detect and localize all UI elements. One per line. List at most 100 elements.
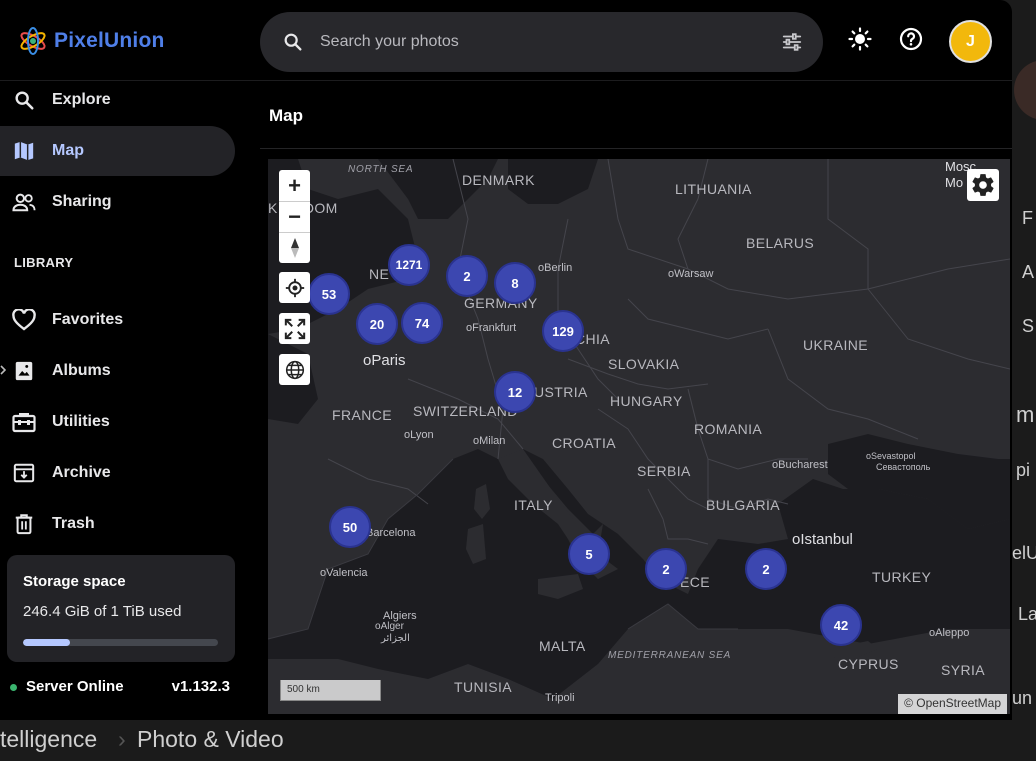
sidebar-item-label: Archive	[52, 464, 111, 481]
country-label: CYPRUS	[838, 656, 899, 672]
country-label: NE	[369, 266, 390, 282]
search-input[interactable]	[320, 26, 760, 58]
photo-cluster[interactable]: 12	[494, 371, 536, 413]
background-text: m	[1016, 402, 1035, 427]
sidebar-item-label: Albums	[52, 362, 111, 379]
user-avatar[interactable]: J	[949, 20, 992, 63]
storage-progress-fill	[23, 639, 70, 646]
sidebar-item-label: Favorites	[52, 311, 124, 328]
sidebar-item-label: Trash	[52, 515, 95, 532]
trash-icon	[12, 512, 36, 536]
pixelunion-logo-icon	[20, 27, 46, 55]
photo-cluster[interactable]: 42	[820, 604, 862, 646]
photo-cluster[interactable]: 2	[745, 548, 787, 590]
city-label: oFrankfurt	[466, 322, 517, 334]
background-text: F	[1022, 208, 1033, 228]
sidebar-item-sharing[interactable]: Sharing	[0, 177, 235, 227]
background-text: telligence	[0, 726, 98, 752]
background-text: pi	[1016, 460, 1031, 480]
background-text: A	[1022, 262, 1035, 282]
photo-cluster[interactable]: 5	[568, 533, 610, 575]
photo-cluster[interactable]: 53	[308, 273, 350, 315]
photo-cluster[interactable]: 8	[494, 262, 536, 304]
sidebar-item-label: Explore	[52, 91, 111, 108]
help-button[interactable]	[898, 26, 924, 52]
country-label: BULGARIA	[706, 497, 780, 513]
fullscreen-button[interactable]	[279, 313, 310, 344]
fullscreen-icon	[284, 318, 305, 339]
map-attribution[interactable]: © OpenStreetMap	[898, 694, 1007, 714]
archive-icon	[12, 461, 36, 485]
theme-sun-icon	[848, 27, 872, 51]
separator-icon: ›	[118, 726, 126, 752]
city-label: الجزائر	[381, 633, 410, 644]
compass-button[interactable]	[279, 232, 310, 263]
city-label: oSevastopol	[866, 451, 916, 461]
storage-progress-bar	[23, 639, 218, 646]
background-image-fragment	[1014, 60, 1036, 120]
sidebar-item-trash[interactable]: Trash	[0, 499, 235, 549]
city-label: Tripoli	[545, 692, 575, 704]
background-text: elU	[1012, 543, 1036, 563]
city-label: Mo	[945, 175, 964, 190]
city-label: oBucharest	[772, 459, 828, 471]
heart-icon	[12, 308, 36, 332]
photo-cluster[interactable]: 1271	[388, 244, 430, 286]
sidebar-item-favorites[interactable]: Favorites	[0, 295, 235, 345]
globe-button[interactable]	[279, 354, 310, 385]
country-label: BELARUS	[746, 235, 815, 251]
map-settings-button[interactable]	[967, 169, 999, 201]
country-label: USTRIA	[534, 384, 588, 400]
search-icon	[12, 88, 36, 112]
tune-icon[interactable]	[781, 31, 803, 53]
background-text: La	[1018, 604, 1036, 624]
albums-icon	[12, 359, 36, 383]
country-label: SLOVAKIA	[608, 356, 680, 372]
locate-icon	[285, 278, 304, 297]
library-heading: LIBRARY	[14, 255, 74, 270]
city-label: oWarsaw	[668, 268, 714, 280]
photo-cluster[interactable]: 129	[542, 310, 584, 352]
toolbox-icon	[12, 410, 36, 434]
country-label: TUNISIA	[454, 679, 513, 695]
storage-title: Storage space	[23, 573, 126, 590]
background-page: F A S m pi elU La un p	[1012, 0, 1036, 761]
chevron-right-icon[interactable]	[0, 365, 6, 375]
globe-icon	[285, 360, 304, 379]
city-label: oMilan	[473, 435, 506, 447]
page-title: Map	[269, 106, 303, 125]
photo-cluster[interactable]: 2	[446, 255, 488, 297]
app-window: PixelUnion Search your photos J Explore …	[0, 0, 1012, 720]
background-text: S	[1022, 316, 1035, 336]
zoom-in-button[interactable]: +	[279, 170, 310, 201]
photo-cluster[interactable]: 50	[329, 506, 371, 548]
locate-me-button[interactable]	[279, 272, 310, 303]
search-bar[interactable]	[260, 12, 823, 72]
server-version[interactable]: v1.132.3	[172, 678, 230, 695]
server-status-text: Server Online	[26, 678, 124, 695]
country-label: LITHUANIA	[675, 181, 752, 197]
app-logo[interactable]: PixelUnion	[18, 26, 165, 56]
city-label: oValencia	[320, 567, 368, 579]
photo-cluster[interactable]: 74	[401, 302, 443, 344]
theme-toggle-button[interactable]	[847, 26, 873, 52]
photo-cluster[interactable]: 20	[356, 303, 398, 345]
storage-card: Storage space 246.4 GiB of 1 TiB used	[7, 555, 235, 662]
sidebar-item-explore[interactable]: Explore	[0, 75, 235, 125]
country-label: UKRAINE	[803, 337, 869, 353]
photo-cluster[interactable]: 2	[645, 548, 687, 590]
sidebar-item-map[interactable]: Map	[0, 126, 235, 176]
zoom-out-button[interactable]: −	[279, 201, 310, 232]
zoom-controls: + −	[279, 170, 310, 263]
map-view[interactable]: NORTH SEA MEDITERRANEAN SEA DENMARK LITH…	[268, 159, 1010, 714]
background-text: Photo & Video	[137, 726, 284, 752]
country-label: FRANCE	[332, 407, 392, 423]
country-label: SYRIA	[941, 662, 986, 678]
sidebar-item-archive[interactable]: Archive	[0, 448, 235, 498]
country-label: SERBIA	[637, 463, 691, 479]
city-label: oAlger	[375, 621, 404, 632]
sidebar-item-albums[interactable]: Albums	[0, 346, 235, 396]
country-label: CROATIA	[552, 435, 616, 451]
background-text: un	[1012, 688, 1033, 708]
sidebar-item-utilities[interactable]: Utilities	[0, 397, 235, 447]
